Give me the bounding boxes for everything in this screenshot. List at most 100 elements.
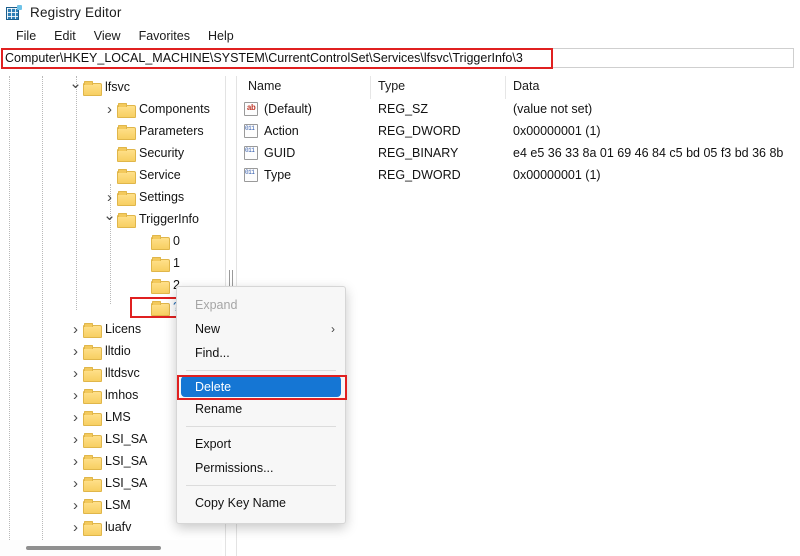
tree-item-label: LSM [105,498,131,512]
context-menu-label: Find... [195,346,230,360]
tree-item-label: LSI_SA [105,454,148,468]
main-split: lfsvc Components Parameters Security Service… [0,76,800,556]
context-menu-label: Delete [195,379,232,394]
tree-item-label: lmhos [105,388,139,402]
value-row[interactable]: 011 100 Type REG_DWORD 0x00000001 (1) [240,165,800,187]
context-menu-item-copy-key-name[interactable]: Copy Key Name [177,491,345,515]
chevron-right-icon[interactable] [68,366,83,381]
chevron-right-icon[interactable] [68,432,83,447]
tree-item-label: LMS [105,410,131,424]
context-menu-item-find[interactable]: Find... [177,341,345,365]
value-row[interactable]: 011 100 GUID REG_BINARY e4 e5 36 33 8a 01 6… [240,143,800,165]
value-row[interactable]: ab (Default) REG_SZ (value not set) [240,99,800,121]
tree-item-lfsvc[interactable]: lfsvc [0,76,222,98]
context-menu-separator [186,426,336,427]
column-divider[interactable] [505,76,506,99]
values-column-header: Name Type Data [240,76,800,99]
folder-icon [117,146,136,162]
folder-icon [151,234,170,250]
chevron-right-icon[interactable] [68,388,83,403]
value-row[interactable]: 011 100 Action REG_DWORD 0x00000001 (1) [240,121,800,143]
tree-item-triggerinfo[interactable]: TriggerInfo [0,208,222,230]
folder-icon [117,168,136,184]
tree-item-service[interactable]: Service [0,164,222,186]
column-header-name[interactable]: Name [248,79,281,93]
value-type: REG_BINARY [378,146,459,160]
context-menu-item-new[interactable]: New › [177,317,345,341]
context-menu-label: Export [195,437,232,451]
menu-item-file[interactable]: File [7,27,45,45]
tree-item-1[interactable]: 1 [0,252,222,274]
tree-item-label: 0 [173,234,180,248]
folder-icon [83,366,102,382]
folder-icon [83,388,102,404]
menu-bar: File Edit View Favorites Help [0,24,800,47]
chevron-right-icon[interactable] [68,520,83,535]
value-name: GUID [264,146,296,160]
column-header-data[interactable]: Data [513,79,539,93]
value-type: REG_DWORD [378,168,461,182]
tree-item-parameters[interactable]: Parameters [0,120,222,142]
tree-hscroll-thumb[interactable] [26,546,161,550]
context-menu[interactable]: Expand New › Find... Delete Rename Expor… [176,286,347,524]
context-menu-separator [186,370,336,371]
tree-item-label: LSI_SA [105,432,148,446]
tree-item-0[interactable]: 0 [0,230,222,252]
chevron-right-icon[interactable] [68,476,83,491]
folder-icon [83,432,102,448]
binary-value-icon: 011 100 [244,168,258,182]
menu-item-edit[interactable]: Edit [45,27,85,45]
value-name: (Default) [264,102,312,116]
chevron-down-icon[interactable] [102,212,117,227]
tree-item-label: 1 [173,256,180,270]
tree-item-label: luafv [105,520,132,534]
binary-value-icon: 011 100 [244,124,258,138]
chevron-right-icon[interactable] [68,454,83,469]
chevron-right-icon[interactable] [68,322,83,337]
tree-horizontal-scrollbar[interactable] [0,540,222,556]
folder-icon [117,102,136,118]
folder-icon [117,190,136,206]
folder-icon [83,520,102,536]
tree-item-label: lltdsvc [105,366,140,380]
context-menu-item-permissions[interactable]: Permissions... [177,456,345,480]
tree-item-label: lltdio [105,344,131,358]
chevron-right-icon[interactable] [102,102,117,117]
tree-item-components[interactable]: Components [0,98,222,120]
value-data: 0x00000001 (1) [513,168,601,182]
tree-item-settings[interactable]: Settings [0,186,222,208]
chevron-right-icon[interactable] [68,498,83,513]
context-menu-item-expand: Expand [177,293,345,317]
folder-icon [83,80,102,96]
value-type: REG_DWORD [378,124,461,138]
title-bar: Registry Editor [0,0,800,24]
menu-item-help[interactable]: Help [199,27,243,45]
column-header-type[interactable]: Type [378,79,405,93]
registry-editor-icon [6,4,22,20]
folder-icon [83,344,102,360]
folder-icon [83,476,102,492]
value-data: (value not set) [513,102,593,116]
chevron-right-icon: › [331,322,335,336]
menu-item-favorites[interactable]: Favorites [130,27,199,45]
chevron-right-icon[interactable] [102,190,117,205]
context-menu-item-delete[interactable]: Delete [181,376,341,397]
address-bar-container: Computer\HKEY_LOCAL_MACHINE\SYSTEM\Curre… [0,47,800,69]
menu-item-view[interactable]: View [85,27,130,45]
tree-item-security[interactable]: Security [0,142,222,164]
column-divider[interactable] [370,76,371,99]
value-type: REG_SZ [378,102,429,116]
chevron-down-icon[interactable] [68,80,83,95]
registry-path-text: Computer\HKEY_LOCAL_MACHINE\SYSTEM\Curre… [5,51,523,65]
context-menu-item-rename[interactable]: Rename [177,397,345,421]
tree-item-label: TriggerInfo [139,212,199,226]
chevron-right-icon[interactable] [68,410,83,425]
chevron-right-icon[interactable] [68,344,83,359]
folder-icon [151,256,170,272]
context-menu-separator [186,485,336,486]
value-data: 0x00000001 (1) [513,124,601,138]
address-bar[interactable]: Computer\HKEY_LOCAL_MACHINE\SYSTEM\Curre… [1,48,794,68]
tree-item-label: lfsvc [105,80,130,94]
context-menu-item-export[interactable]: Export [177,432,345,456]
value-data: e4 e5 36 33 8a 01 69 46 84 c5 bd 05 f3 b… [513,146,784,160]
